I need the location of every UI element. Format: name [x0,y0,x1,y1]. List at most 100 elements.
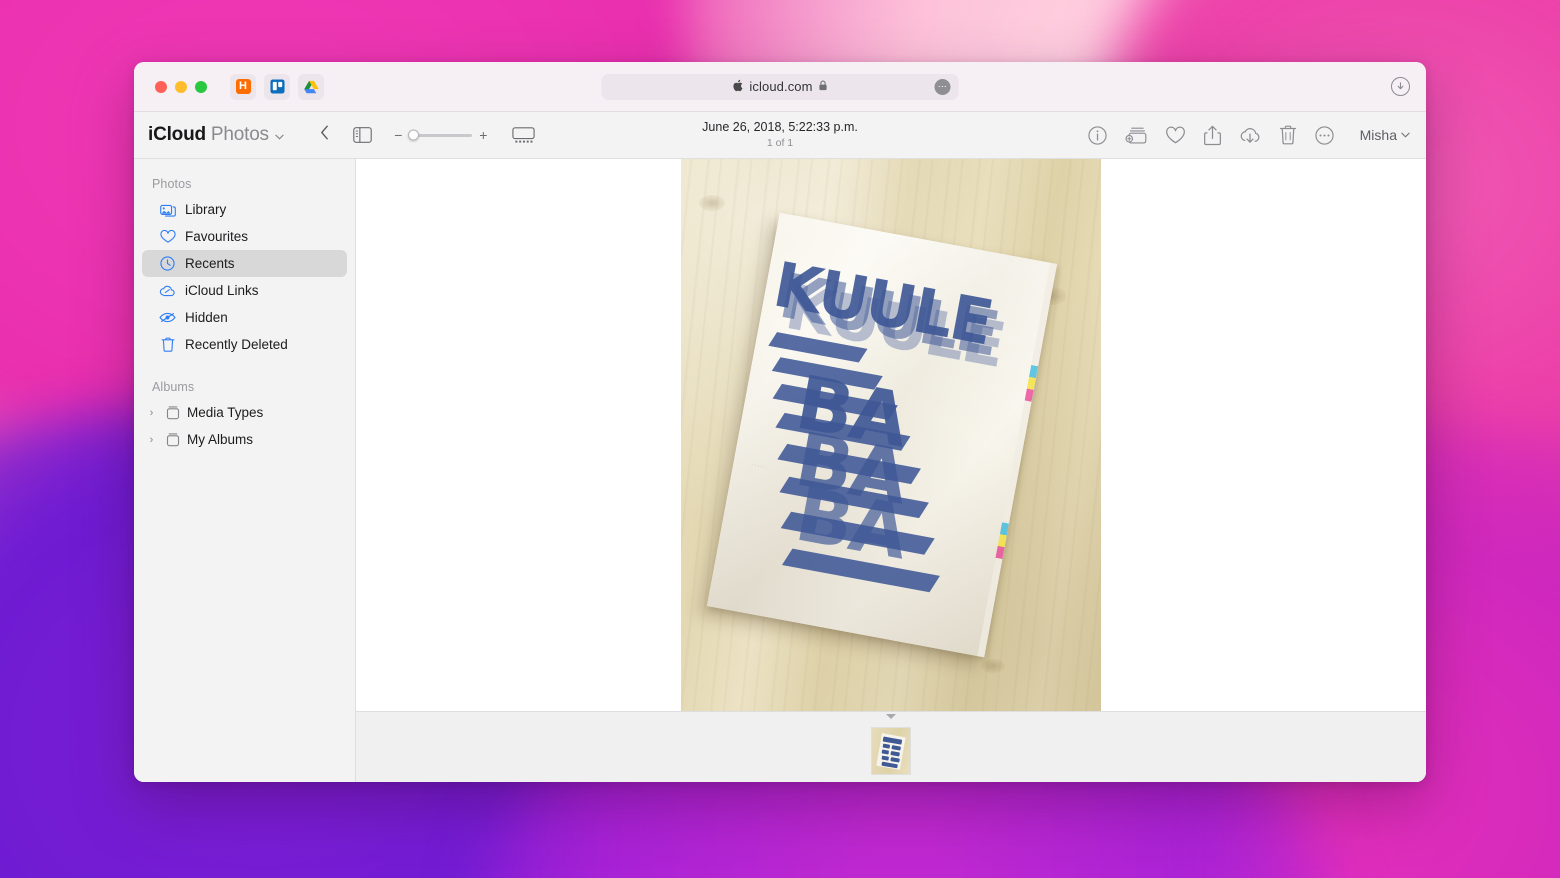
maximize-button[interactable] [195,81,207,93]
app-section-label: Photos [211,124,269,146]
close-button[interactable] [155,81,167,93]
window-controls [155,81,207,93]
sidebar: Photos Library [134,159,356,782]
chevron-right-icon[interactable]: › [145,434,158,446]
sidebar-item-label: Recently Deleted [185,337,288,352]
cloud-link-icon [159,284,176,298]
add-to-album-icon [1125,125,1147,145]
share-icon [1204,125,1221,146]
zoom-out-label[interactable]: − [394,128,403,142]
sidebar-item-recently-deleted[interactable]: Recently Deleted [142,331,347,358]
zoom-slider-track[interactable] [410,134,472,137]
sidebar-section-header-albums: Albums [142,374,347,399]
chevron-left-icon [320,125,329,140]
sidebar-item-label: Media Types [187,405,263,420]
address-options-button[interactable]: ⋯ [935,79,951,95]
library-icon [159,203,176,217]
zoom-slider-knob[interactable] [408,130,419,141]
chevron-right-icon[interactable]: › [145,407,158,419]
info-icon [1088,126,1107,145]
desktop-wallpaper: H [0,0,1560,878]
filmstrip[interactable] [356,711,1426,782]
sidebar-item-label: Library [185,202,226,217]
google-drive-icon [304,80,319,94]
apple-logo-icon [732,79,743,94]
heart-icon [159,230,176,244]
lock-icon [819,80,828,94]
address-url-text: icloud.com [749,79,812,94]
sidebar-item-recents[interactable]: Recents [142,250,347,277]
trello-extension-button[interactable] [264,74,290,100]
album-icon [164,405,181,420]
more-options-icon [1315,126,1334,145]
add-to-album-button[interactable] [1125,125,1147,145]
trash-icon [159,337,176,352]
ellipsis-icon: ⋯ [938,82,948,91]
account-menu[interactable]: Misha [1360,127,1410,143]
wood-knot [981,659,1005,673]
extension-bar: H [230,74,324,100]
download-photo-button[interactable] [1239,126,1261,145]
sidebar-icon [353,127,372,143]
honey-extension-button[interactable]: H [230,74,256,100]
share-button[interactable] [1204,125,1221,146]
sidebar-item-label: Favourites [185,229,248,244]
download-arrow-icon [1395,81,1406,92]
sidebar-item-my-albums[interactable]: › My Albums [142,426,347,453]
favourite-button[interactable] [1165,126,1186,145]
filmstrip-toggle-button[interactable] [512,127,535,144]
photos-body: Photos Library [134,159,1426,782]
wood-knot [699,195,725,211]
album-icon [164,432,181,447]
trello-icon [270,79,285,94]
sidebar-toggle-button[interactable] [353,127,372,143]
sidebar-item-label: Recents [185,256,235,271]
download-cloud-icon [1239,126,1261,145]
thumbnail-paper [876,733,905,770]
toolbar-actions: Misha [1088,125,1410,146]
zoom-in-label[interactable]: + [479,128,488,142]
icloud-photos-app: iCloud Photos [134,112,1426,782]
downloads-button[interactable] [1391,77,1410,96]
sidebar-item-label: iCloud Links [185,283,259,298]
delete-button[interactable] [1279,125,1297,145]
photo-index-label: 1 of 1 [702,137,858,150]
sidebar-item-favourites[interactable]: Favourites [142,223,347,250]
icloud-brand-label: iCloud [148,124,206,146]
chevron-down-icon [1401,130,1410,141]
honey-icon: H [236,79,251,94]
photo-image[interactable]: KUULE KUULE KUULE [681,159,1101,711]
minimize-button[interactable] [175,81,187,93]
content-area: KUULE KUULE KUULE [356,159,1426,782]
photo-metadata: June 26, 2018, 5:22:33 p.m. 1 of 1 [702,120,858,150]
back-button[interactable] [314,121,335,149]
app-title-menu[interactable]: iCloud Photos [148,124,284,146]
chevron-down-icon [275,131,284,143]
photo-viewer[interactable]: KUULE KUULE KUULE [356,159,1426,711]
more-options-button[interactable] [1315,126,1334,145]
browser-window: H [134,62,1426,782]
clock-icon [159,256,176,271]
eye-slash-icon [159,311,176,324]
browser-toolbar: H [134,62,1426,112]
heart-icon [1165,126,1186,145]
google-drive-extension-button[interactable] [298,74,324,100]
sidebar-item-hidden[interactable]: Hidden [142,304,347,331]
zoom-slider[interactable]: − + [394,128,488,142]
account-name-label: Misha [1360,127,1397,143]
sidebar-item-media-types[interactable]: › Media Types [142,399,347,426]
sidebar-item-library[interactable]: Library [142,196,347,223]
sidebar-item-label: My Albums [187,432,253,447]
filmstrip-icon [512,127,535,144]
filmstrip-selection-marker [886,714,896,719]
trash-icon [1279,125,1297,145]
address-bar[interactable]: icloud.com ⋯ [602,74,959,100]
photo-date-label: June 26, 2018, 5:22:33 p.m. [702,120,858,136]
photos-toolbar: iCloud Photos [134,112,1426,159]
sidebar-item-label: Hidden [185,310,228,325]
info-button[interactable] [1088,126,1107,145]
filmstrip-thumbnail[interactable] [872,728,910,774]
sidebar-section-header-photos: Photos [142,171,347,196]
poster-line-3: BA [791,483,910,566]
sidebar-item-icloud-links[interactable]: iCloud Links [142,277,347,304]
